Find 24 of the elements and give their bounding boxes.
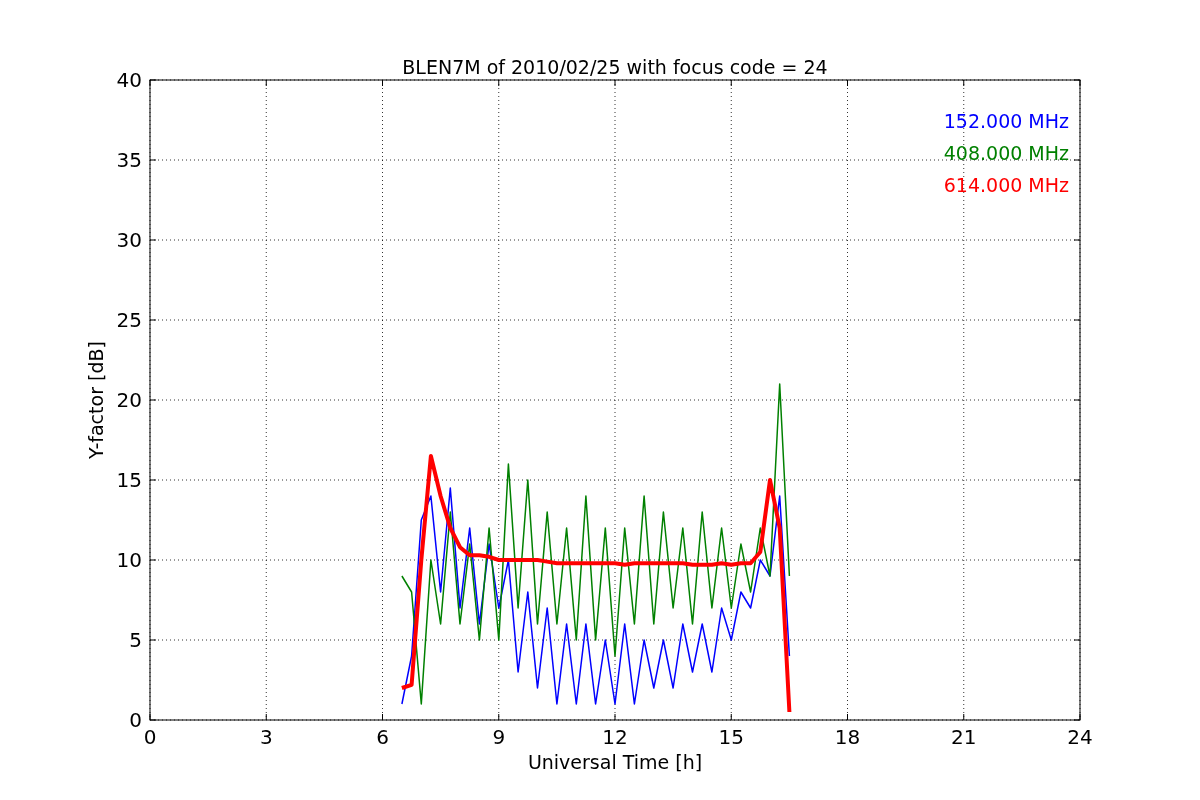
y-tick-label: 15: [116, 468, 142, 492]
x-tick-label: 9: [492, 725, 506, 749]
y-tick-label: 35: [116, 148, 142, 172]
x-tick-label: 0: [143, 725, 157, 749]
x-tick-label: 6: [376, 725, 389, 749]
y-tick-label: 0: [129, 708, 142, 732]
y-tick-label: 10: [116, 548, 142, 572]
x-tick-label: 24: [1067, 725, 1093, 749]
y-tick-label: 40: [116, 68, 142, 92]
x-tick-label: 12: [602, 725, 628, 749]
y-axis-label: Y-factor [dB]: [85, 341, 107, 459]
y-tick-label: 5: [129, 628, 142, 652]
y-tick-label: 25: [116, 308, 142, 332]
y-tick-label: 30: [116, 228, 142, 252]
chart-title: BLEN7M of 2010/02/25 with focus code = 24: [402, 56, 828, 78]
y-tick-label: 20: [116, 388, 142, 412]
x-tick-label: 21: [951, 725, 977, 749]
x-axis-label: Universal Time [h]: [527, 751, 703, 773]
legend-label: 152.000 MHz: [943, 110, 1069, 132]
x-tick-label: 18: [834, 725, 861, 749]
x-tick-label: 3: [259, 725, 273, 749]
x-tick-label: 15: [718, 725, 744, 749]
legend-label: 408.000 MHz: [943, 142, 1069, 164]
legend-label: 614.000 MHz: [943, 174, 1069, 196]
